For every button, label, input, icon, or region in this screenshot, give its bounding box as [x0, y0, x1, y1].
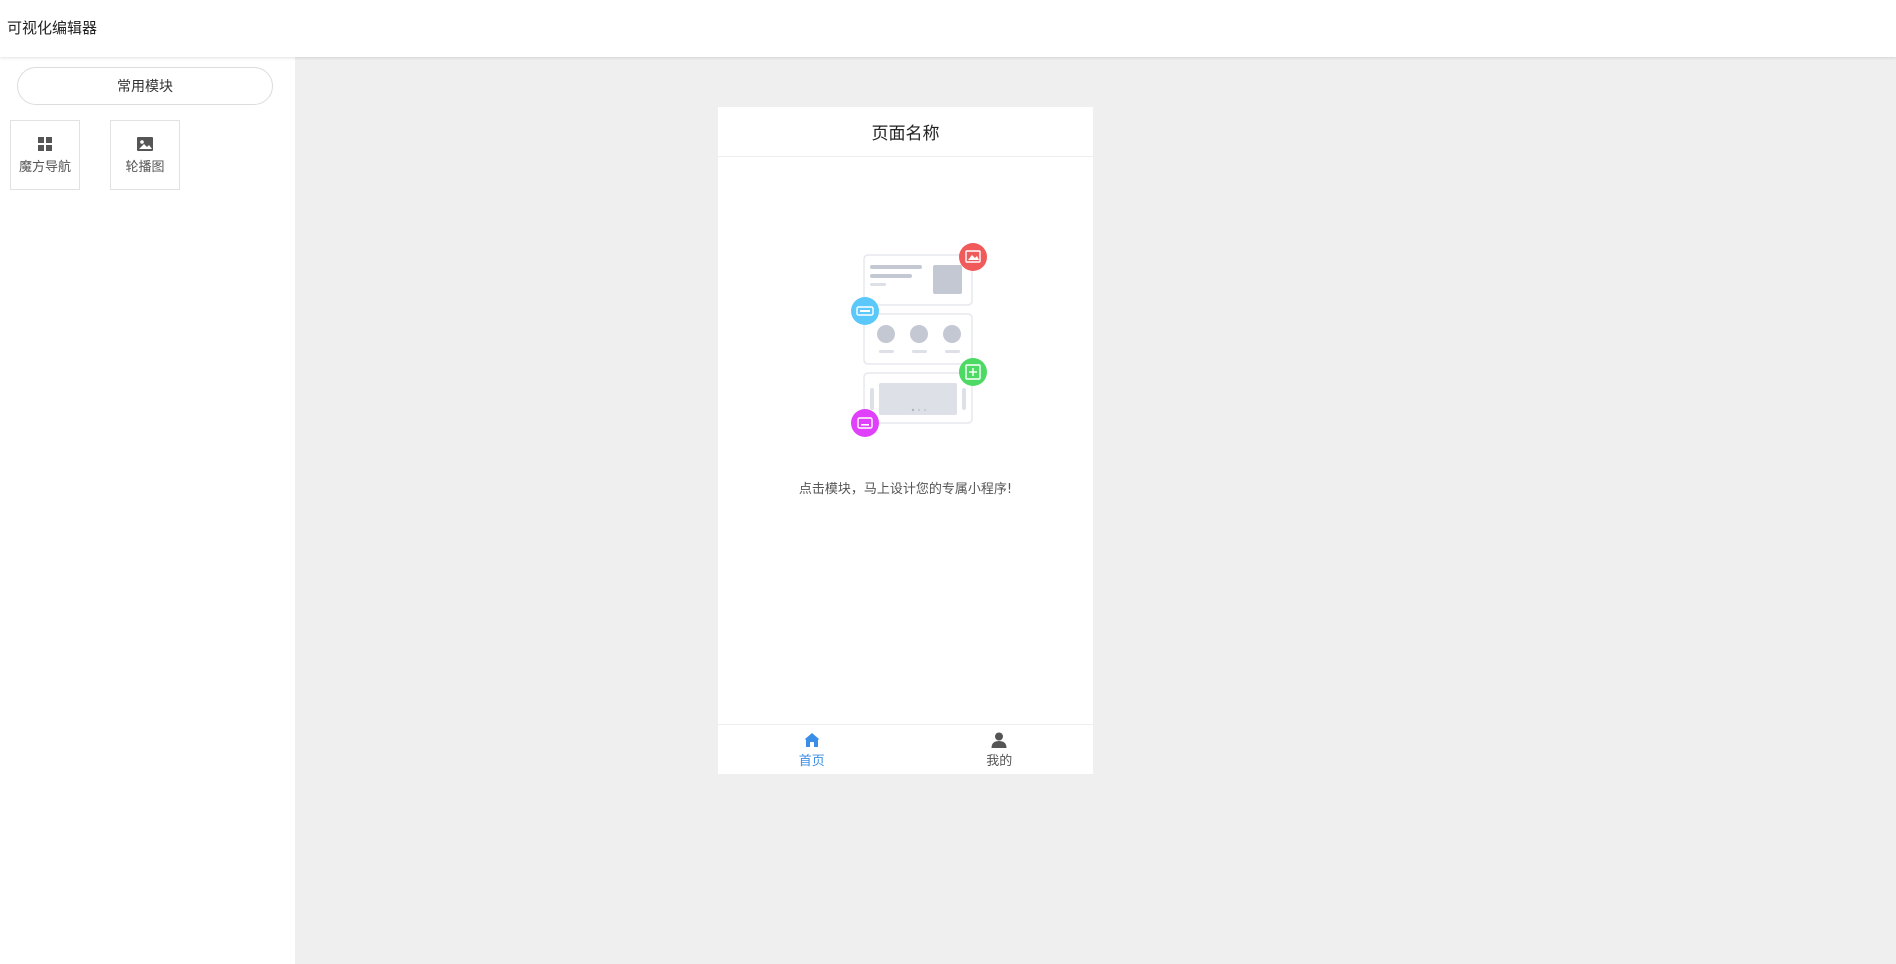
grid-icon [38, 137, 52, 151]
tab-label: 常用模块 [117, 79, 173, 95]
tab-common-modules[interactable]: 常用模块 [17, 67, 273, 105]
module-sidebar: 常用模块 魔方导航 轮播图 [0, 57, 295, 964]
tab-mine[interactable]: 我的 [906, 725, 1094, 774]
home-icon [804, 732, 820, 747]
phone-preview[interactable]: 页面名称 点击模块，马上设计您的专属小程序! 首页 我的 [718, 107, 1093, 774]
phone-header: 页面名称 [718, 107, 1093, 157]
module-carousel[interactable]: 轮播图 [110, 120, 180, 190]
tab-label: 我的 [986, 753, 1013, 769]
empty-state-illustration [851, 243, 987, 437]
tab-label: 首页 [798, 753, 825, 769]
image-icon [137, 137, 153, 151]
page-title: 页面名称 [871, 124, 940, 144]
empty-hint: 点击模块，马上设计您的专属小程序! [798, 482, 1013, 497]
user-icon [991, 732, 1007, 748]
top-bar: 可视化编辑器 [0, 0, 1896, 57]
app-title: 可视化编辑器 [7, 19, 98, 37]
module-label: 轮播图 [125, 160, 165, 175]
tab-home[interactable]: 首页 [718, 725, 906, 774]
tab-bar: 首页 我的 [718, 724, 1093, 774]
module-rubik-nav[interactable]: 魔方导航 [10, 120, 80, 190]
module-label: 魔方导航 [18, 160, 71, 175]
